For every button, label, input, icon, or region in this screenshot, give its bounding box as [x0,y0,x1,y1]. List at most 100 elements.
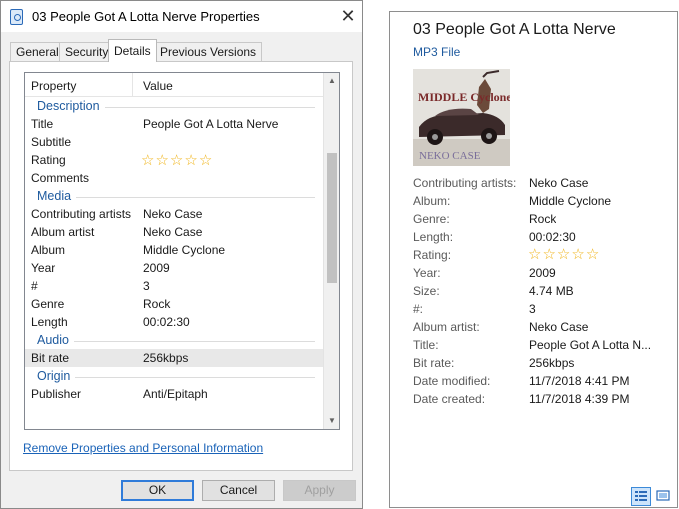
tab-strip: General Security Details Previous Versio… [1,39,362,62]
property-value[interactable]: Neko Case [143,225,202,239]
property-row-publisher[interactable]: Publisher Anti/Epitaph [25,385,323,403]
property-name: Album [31,243,66,257]
star-icon[interactable]: ☆ [170,152,184,169]
detail-row-title[interactable]: Title: People Got A Lotta N... [413,337,673,355]
property-row-rating[interactable]: Rating ☆☆☆☆☆ [25,151,323,169]
detail-value[interactable]: Neko Case [529,176,588,190]
detail-label: Length: [413,230,454,244]
property-row-subtitle[interactable]: Subtitle [25,133,323,151]
property-name: Genre [31,297,65,311]
star-icon[interactable]: ☆ [155,152,169,169]
properties-dialog: 03 People Got A Lotta Nerve Properties ✕… [0,0,363,509]
detail-label: Album: [413,194,451,208]
detail-row-year[interactable]: Year: 2009 [413,265,673,283]
property-value[interactable]: Neko Case [143,207,202,221]
property-value[interactable]: Middle Cyclone [143,243,225,257]
property-value[interactable]: 2009 [143,261,170,275]
scroll-down-arrow-icon[interactable]: ▼ [324,413,339,429]
property-name: Bit rate [31,351,70,365]
tab-previous-versions[interactable]: Previous Versions [154,42,263,61]
column-divider[interactable] [132,73,133,97]
ok-button[interactable]: OK [121,480,194,501]
group-divider [37,197,315,198]
property-row-genre[interactable]: Genre Rock [25,295,323,313]
property-name: Year [31,261,56,275]
group-media: Media [25,187,323,205]
rating-stars[interactable]: ☆☆☆☆☆ [141,151,213,169]
detail-label: Bit rate: [413,356,455,370]
property-row-title[interactable]: Title People Got A Lotta Nerve [25,115,323,133]
star-icon[interactable]: ☆ [557,246,571,263]
detail-row-album[interactable]: Album: Middle Cyclone [413,193,673,211]
detail-row-contributing-artists[interactable]: Contributing artists: Neko Case [413,175,673,193]
property-value[interactable]: 3 [143,279,150,293]
star-icon[interactable]: ☆ [586,246,600,263]
detail-value: 11/7/2018 4:41 PM [529,374,630,388]
star-icon[interactable]: ☆ [528,246,542,263]
group-label: Audio [37,333,74,347]
apply-button[interactable]: Apply [283,480,356,501]
property-name: Subtitle [31,135,72,149]
property-row-album-artist[interactable]: Album artist Neko Case [25,223,323,241]
star-icon[interactable]: ☆ [571,246,585,263]
property-value[interactable]: Anti/Epitaph [143,387,208,401]
detail-row-album-artist[interactable]: Album artist: Neko Case [413,319,673,337]
tab-details[interactable]: Details [108,39,157,62]
detail-label: Album artist: [413,320,480,334]
star-icon[interactable]: ☆ [199,152,213,169]
rating-stars[interactable]: ☆☆☆☆☆ [528,245,600,263]
album-art-image: MIDDLE Cyclone NEKO CASE [413,69,510,166]
detail-row-date-modified: Date modified: 11/7/2018 4:41 PM [413,373,673,391]
property-row-track-number[interactable]: # 3 [25,277,323,295]
detail-value[interactable]: Middle Cyclone [529,194,611,208]
column-header-property[interactable]: Property [31,79,76,93]
detail-row-rating[interactable]: Rating: ☆☆☆☆☆ [413,245,673,265]
detail-value[interactable]: Rock [529,212,556,226]
cancel-button[interactable]: Cancel [202,480,275,501]
scroll-up-arrow-icon[interactable]: ▲ [324,73,339,89]
detail-row-size: Size: 4.74 MB [413,283,673,301]
property-row-album[interactable]: Album Middle Cyclone [25,241,323,259]
group-divider [37,341,315,342]
scrollbar-thumb[interactable] [327,153,337,283]
property-row-contributing-artists[interactable]: Contributing artists Neko Case [25,205,323,223]
group-label: Media [37,189,77,203]
star-icon[interactable]: ☆ [184,152,198,169]
detail-label: Size: [413,284,440,298]
detail-value: 4.74 MB [529,284,574,298]
property-row-bit-rate[interactable]: Bit rate 256kbps [25,349,323,367]
property-value[interactable]: People Got A Lotta Nerve [143,117,278,131]
detail-value[interactable]: People Got A Lotta N... [529,338,651,352]
detail-row-genre[interactable]: Genre: Rock [413,211,673,229]
column-header: Property Value [25,73,323,97]
detail-value: 00:02:30 [529,230,576,244]
preview-view-icon[interactable] [654,487,674,506]
column-header-value[interactable]: Value [143,79,173,93]
detail-value[interactable]: Neko Case [529,320,588,334]
pane-file-title: 03 People Got A Lotta Nerve [413,21,616,38]
tab-general[interactable]: General [10,42,65,61]
remove-properties-link[interactable]: Remove Properties and Personal Informati… [23,441,263,455]
property-row-year[interactable]: Year 2009 [25,259,323,277]
detail-row-track-number[interactable]: #: 3 [413,301,673,319]
details-pane: 03 People Got A Lotta Nerve MP3 File MID… [389,11,678,508]
details-view-icon[interactable] [631,487,651,506]
detail-value: 256kbps [529,356,575,370]
property-name: # [31,279,38,293]
property-list[interactable]: Property Value Description Title People … [24,72,340,430]
property-value[interactable]: Rock [143,297,170,311]
detail-value[interactable]: 2009 [529,266,556,280]
detail-label: Rating: [413,248,452,262]
property-row-length[interactable]: Length 00:02:30 [25,313,323,331]
property-row-comments[interactable]: Comments [25,169,323,187]
detail-label: Year: [413,266,441,280]
property-name: Length [31,315,68,329]
detail-value[interactable]: 3 [529,302,536,316]
star-icon[interactable]: ☆ [542,246,556,263]
close-icon[interactable]: ✕ [337,4,359,28]
tab-security[interactable]: Security [59,42,115,61]
star-icon[interactable]: ☆ [141,152,155,169]
group-label: Origin [37,369,76,383]
detail-label: Title: [413,338,439,352]
vertical-scrollbar[interactable]: ▲ ▼ [323,73,339,429]
